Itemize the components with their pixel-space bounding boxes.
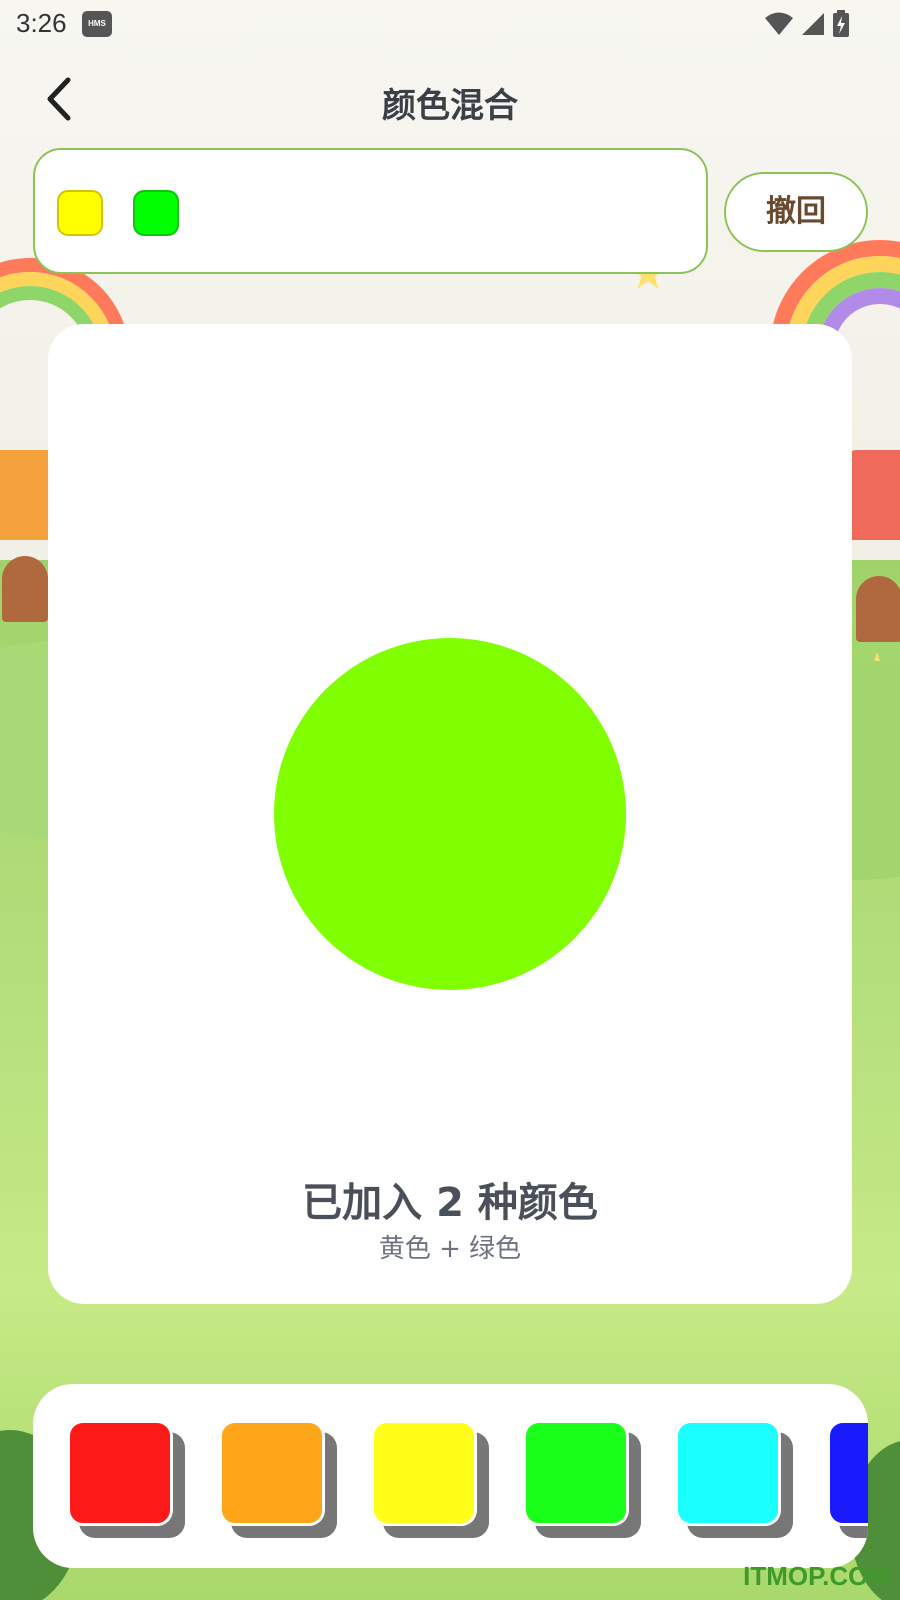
watermark: ITMOP.COM: [743, 1561, 890, 1591]
mix-sequence: →: [33, 148, 708, 274]
swatch-green[interactable]: [523, 1420, 629, 1526]
color-formula-text: 黄色 + 绿色: [378, 1234, 522, 1264]
swatch-orange[interactable]: [219, 1420, 325, 1526]
status-icons: [764, 10, 850, 42]
signal-icon: [800, 11, 826, 41]
battery-charging-icon: [832, 10, 850, 42]
status-time: 3:26: [16, 8, 67, 38]
header: 颜色混合: [0, 60, 900, 140]
hms-badge-icon: HMS: [82, 11, 112, 37]
wifi-icon: [764, 11, 794, 41]
mix-result-card: 已加入 2 种颜色 黄色 + 绿色: [48, 324, 852, 1304]
page-title: 颜色混合: [382, 86, 518, 126]
undo-button[interactable]: 撤回: [724, 172, 868, 252]
swatch-yellow[interactable]: [371, 1420, 477, 1526]
mixed-color-circle: [274, 638, 626, 990]
color-count-text: 已加入 2 种颜色: [302, 1180, 598, 1226]
swatch-blue[interactable]: [827, 1420, 868, 1526]
swatch-red[interactable]: [67, 1420, 173, 1526]
swatch-cyan[interactable]: [675, 1420, 781, 1526]
sequence-chip-yellow: [57, 190, 103, 236]
sequence-chip-green: [133, 190, 179, 236]
color-palette: [33, 1384, 868, 1568]
status-bar: 3:26 HMS: [0, 0, 900, 50]
